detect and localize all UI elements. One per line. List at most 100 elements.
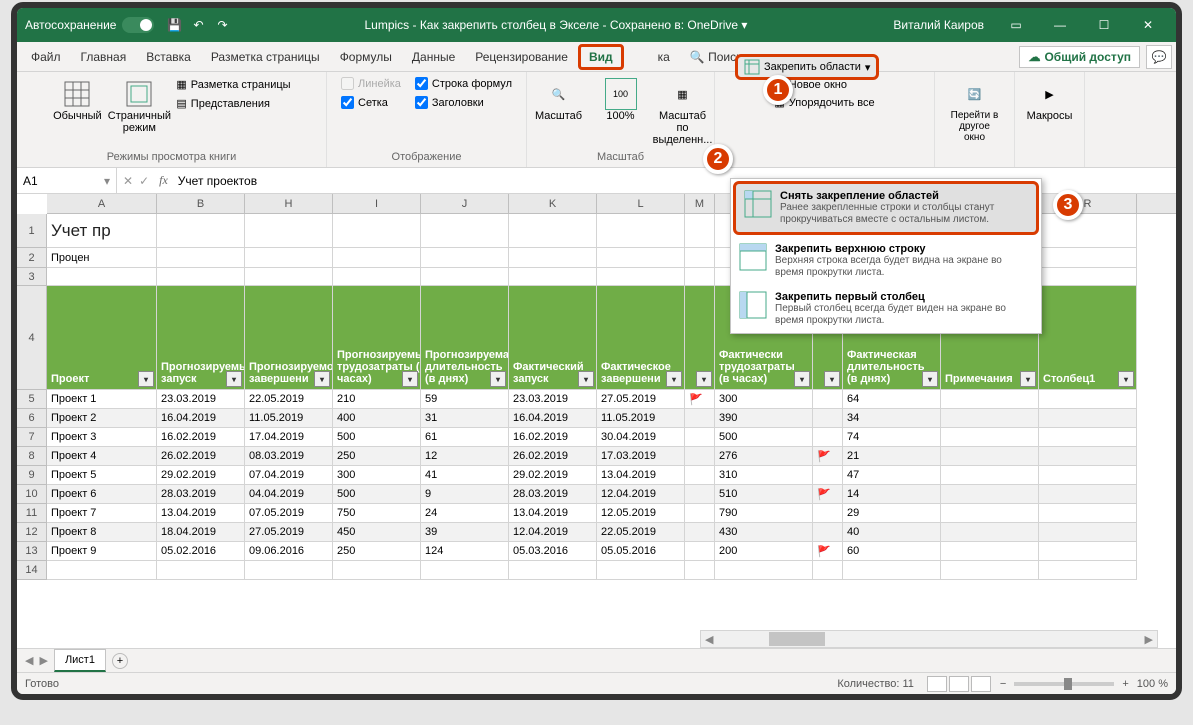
minimize-icon[interactable]: — [1040,12,1080,38]
tab-view[interactable]: Вид [578,44,624,70]
titlebar: Автосохранение 💾 ↶ ↷ Lumpics - Как закре… [17,8,1176,42]
views-icon: ▤ [176,97,186,110]
unfreeze-desc: Ранее закрепленные строки и столбцы стан… [780,202,1028,226]
page-break-button[interactable]: Страничный режим [110,76,168,136]
macros-label: Макросы [1027,110,1073,122]
tab-file[interactable]: Файл [21,44,71,70]
callout-2: 2 [703,144,733,174]
headings-label: Заголовки [432,97,484,109]
headings-check[interactable]: Заголовки [413,95,514,110]
freeze-top-row-item[interactable]: Закрепить верхнюю строкуВерхняя строка в… [731,237,1041,285]
tab-home[interactable]: Главная [71,44,137,70]
ribbon-options-icon[interactable]: ▭ [996,12,1036,38]
page-layout-view-icon[interactable] [949,676,969,692]
chevron-down-icon: ▾ [104,174,110,188]
tab-formulas[interactable]: Формулы [330,44,402,70]
zoom-level[interactable]: 100 % [1137,678,1168,690]
document-title: Lumpics - Как закрепить столбец в Экселе… [230,18,881,32]
confirm-fx-icon[interactable]: ✓ [139,174,149,188]
chevron-down-icon: ▾ [865,61,871,74]
close-icon[interactable]: ✕ [1128,12,1168,38]
tab-layout[interactable]: Разметка страницы [201,44,330,70]
show-group-label: Отображение [392,151,462,163]
freeze-top-icon [739,243,767,271]
freeze-top-desc: Верхняя строка всегда будет видна на экр… [775,255,1033,279]
tab-insert[interactable]: Вставка [136,44,201,70]
horizontal-scrollbar[interactable]: ◀▶ [700,630,1158,648]
zoom-icon: 🔍 [543,78,575,110]
page-layout-button[interactable]: ▦ Разметка страницы [172,76,294,93]
ribbon-tabs: Файл Главная Вставка Разметка страницы Ф… [17,42,1176,72]
switch-label: Перейти в другое окно [948,110,1002,143]
tab-data[interactable]: Данные [402,44,465,70]
zoom-slider[interactable] [1014,682,1114,686]
callout-3: 3 [1053,190,1083,220]
normal-view-icon[interactable] [927,676,947,692]
ribbon: Обычный Страничный режим ▦ Разметка стран… [17,72,1176,168]
comments-icon[interactable]: 💬 [1146,45,1172,69]
scroll-thumb[interactable] [769,632,825,646]
undo-icon[interactable]: ↶ [190,17,206,33]
page-layout-label: Разметка страницы [191,79,291,91]
row-headers: 1234567891011121314 [17,214,47,580]
freeze-first-col-item[interactable]: Закрепить первый столбецПервый столбец в… [731,285,1041,333]
gridlines-label: Сетка [358,97,388,109]
callout-1: 1 [763,75,793,105]
zoom-100-label: 100% [606,110,634,122]
arrange-label: Упорядочить все [789,97,875,109]
status-ready: Готово [25,678,59,690]
views-group-label: Режимы просмотра книги [107,151,237,163]
page-break-label: Страничный режим [108,110,171,134]
sheet-tab-1[interactable]: Лист1 [54,649,106,672]
ruler-check[interactable]: Линейка [339,76,403,91]
zoom-sel-label: Масштаб по выделенн... [653,110,713,146]
zoom-in-icon[interactable]: + [1122,678,1128,690]
page-break-view-icon[interactable] [971,676,991,692]
macros-button[interactable]: ▶Макросы [1021,76,1079,124]
zoom-group-label: Масштаб [597,151,644,163]
zoom-sel-icon: ▦ [667,78,699,110]
user-name[interactable]: Виталий Каиров [893,18,984,32]
status-count: Количество: 11 [837,678,914,690]
zoom-100-icon: 100 [605,78,637,110]
maximize-icon[interactable]: ☐ [1084,12,1124,38]
tab-nav-prev[interactable]: ◀ [25,654,33,667]
cancel-fx-icon[interactable]: ✕ [123,174,133,188]
tab-help[interactable]: ка [648,44,680,70]
switch-window-button[interactable]: 🔄Перейти в другое окно [946,76,1004,145]
share-button[interactable]: ☁ Общий доступ [1019,46,1140,68]
gridlines-check[interactable]: Сетка [339,95,403,110]
custom-views-button[interactable]: ▤ Представления [172,95,294,112]
tab-nav-next[interactable]: ▶ [39,654,47,667]
freeze-top-title: Закрепить верхнюю строку [775,243,1033,255]
unfreeze-icon [744,190,772,218]
new-sheet-button[interactable]: + [112,653,128,669]
formula-bar-check[interactable]: Строка формул [413,76,514,91]
macros-icon: ▶ [1034,78,1066,110]
zoom-100-button[interactable]: 100100% [592,76,650,124]
zoom-selection-button[interactable]: ▦Масштаб по выделенн... [654,76,712,148]
tab-review[interactable]: Рецензирование [465,44,578,70]
redo-icon[interactable]: ↷ [214,17,230,33]
share-label: Общий доступ [1044,50,1131,64]
autosave-label: Автосохранение [25,18,116,32]
freeze-panes-button[interactable]: Закрепить области ▾ [735,54,879,80]
unfreeze-panes-item[interactable]: Снять закрепление областейРанее закрепле… [733,181,1039,235]
name-box[interactable]: A1▾ [17,168,117,193]
autosave-toggle[interactable] [122,17,154,33]
zoom-out-icon[interactable]: − [1000,678,1006,690]
save-icon[interactable]: 💾 [166,17,182,33]
custom-views-label: Представления [191,98,270,110]
freeze-label: Закрепить области [764,61,861,73]
freeze-icon [744,59,760,75]
fx-icon[interactable]: fx [155,173,172,188]
ruler-label: Линейка [358,78,401,90]
page-icon: ▦ [176,78,186,91]
status-bar: Готово Количество: 11 − + 100 % [17,672,1176,694]
zoom-button[interactable]: 🔍Масштаб [530,76,588,124]
page-break-icon [123,78,155,110]
freeze-panes-menu: Снять закрепление областейРанее закрепле… [730,178,1042,334]
normal-view-button[interactable]: Обычный [48,76,106,124]
freeze-col-desc: Первый столбец всегда будет виден на экр… [775,303,1033,327]
formula-bar-label: Строка формул [432,78,512,90]
